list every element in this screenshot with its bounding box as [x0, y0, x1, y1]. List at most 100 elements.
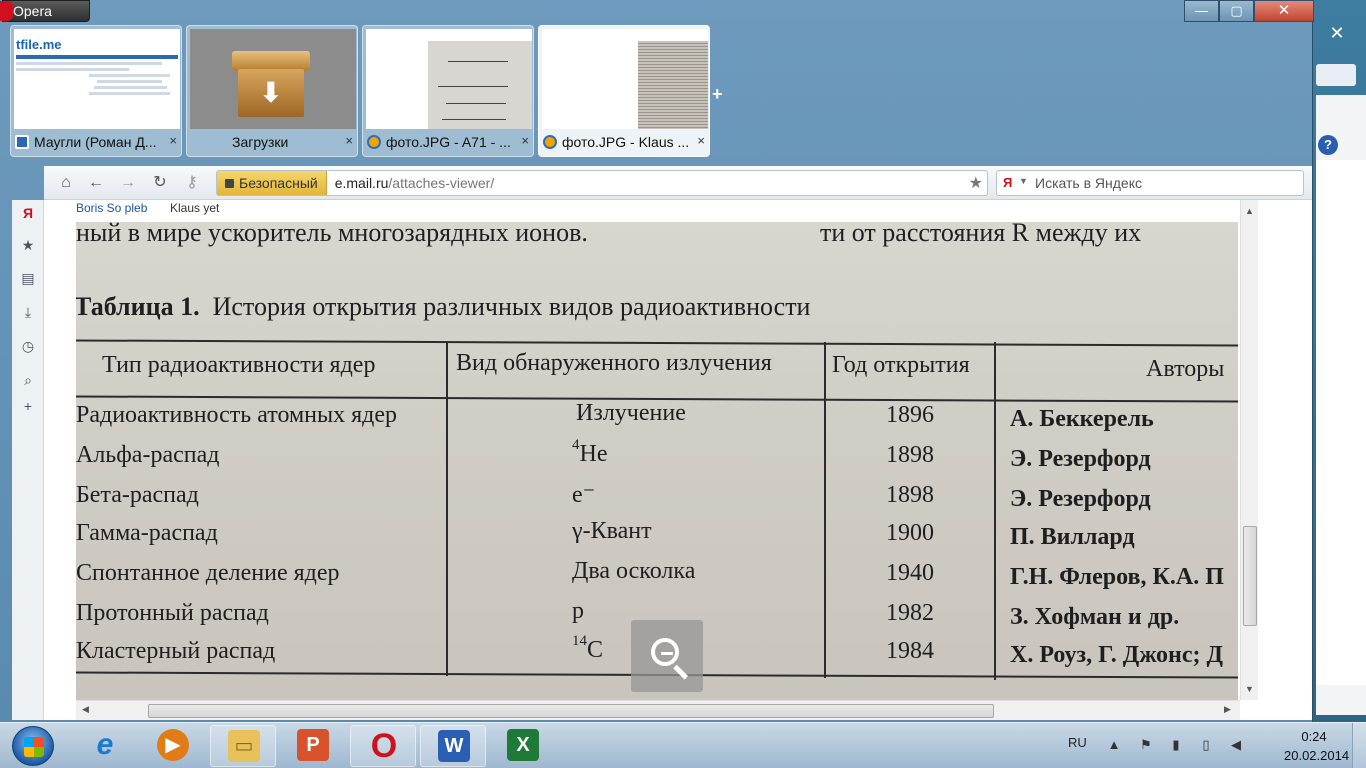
- opera-menu-button[interactable]: Opera: [0, 0, 90, 22]
- taskbar-word[interactable]: W: [420, 725, 486, 767]
- zoom-out-button[interactable]: [631, 620, 703, 692]
- home-icon[interactable]: ⌂: [56, 173, 76, 193]
- taskbar-ie[interactable]: e: [72, 725, 138, 767]
- tab-downloads[interactable]: ⬇ Загрузки ×: [186, 25, 358, 157]
- usb-device-icon[interactable]: ▯: [1198, 737, 1214, 753]
- forward-icon[interactable]: →: [118, 173, 138, 193]
- address-bar[interactable]: Безопасный e.mail.ru/attaches-viewer/ ★: [216, 170, 988, 196]
- scroll-down-icon[interactable]: ▼: [1245, 684, 1254, 694]
- tab-tfile[interactable]: tfile.me Маугли (Роман Д... ×: [10, 25, 182, 157]
- yandex-panel-icon[interactable]: Я: [20, 205, 36, 221]
- cell-type: Кластерный распад: [76, 638, 276, 664]
- download-box-icon: ⬇: [232, 51, 310, 117]
- word-icon: W: [438, 730, 470, 762]
- taskbar-media-player[interactable]: ▶: [140, 725, 206, 767]
- reload-icon[interactable]: ↻: [150, 173, 170, 193]
- table-column-rule: [824, 342, 826, 678]
- cell-authors: Г.Н. Флеров, К.А. П: [1010, 564, 1224, 590]
- cell-year: 1896: [886, 402, 934, 428]
- language-indicator[interactable]: RU: [1068, 735, 1087, 750]
- excel-icon: X: [507, 729, 539, 761]
- tab-close-icon[interactable]: ×: [521, 133, 529, 148]
- thumbnail-site-logo: tfile.me: [16, 37, 62, 52]
- sender-link[interactable]: Boris So pleb: [76, 201, 147, 215]
- cell-type: Гамма-распад: [76, 520, 218, 546]
- cell-radiation: 4He: [572, 437, 608, 467]
- media-player-icon: ▶: [157, 729, 189, 761]
- navigation-toolbar: ⌂ ← → ↻ ⚷ Безопасный e.mail.ru/attaches-…: [44, 166, 1312, 200]
- table-column-rule: [446, 342, 448, 676]
- attachment-viewer: Boris So pleb Klaus yet × ный в мире уск…: [44, 200, 1312, 720]
- network-signal-icon[interactable]: ▮: [1168, 737, 1184, 753]
- lock-icon: [225, 179, 234, 188]
- close-window-button[interactable]: ✕: [1254, 0, 1314, 22]
- add-panel-icon[interactable]: +: [20, 398, 36, 414]
- table-caption: Таблица 1. История открытия различных ви…: [76, 292, 811, 321]
- background-window-help-icon[interactable]: ?: [1318, 135, 1338, 155]
- opera-logo-icon: [0, 1, 13, 21]
- column-header-radiation: Вид обнаруженного излучения: [456, 350, 772, 376]
- search-icon[interactable]: ⌕: [20, 372, 36, 388]
- tab-close-icon[interactable]: ×: [345, 133, 353, 148]
- search-placeholder: Искать в Яндекс: [1035, 175, 1142, 191]
- tab-photo-klaus[interactable]: фото.JPG - Klaus ... ×: [538, 25, 710, 157]
- start-button[interactable]: [12, 726, 54, 766]
- tab-close-icon[interactable]: ×: [169, 133, 177, 148]
- cell-radiation: e⁻: [572, 482, 596, 508]
- minimize-button[interactable]: —: [1184, 0, 1219, 22]
- notes-icon[interactable]: ▤: [20, 270, 36, 286]
- new-tab-button[interactable]: +: [712, 84, 723, 105]
- cell-authors: П. Виллард: [1010, 524, 1135, 550]
- search-box[interactable]: Я ▼ Искать в Яндекс: [996, 170, 1304, 196]
- volume-icon[interactable]: ◀: [1228, 737, 1244, 753]
- tab-bar: tfile.me Маугли (Роман Д... × ⬇ Загрузки…: [10, 25, 710, 157]
- taskbar-excel[interactable]: X: [490, 725, 556, 767]
- scroll-up-icon[interactable]: ▲: [1245, 206, 1254, 216]
- show-desktop-button[interactable]: [1352, 723, 1366, 768]
- cell-radiation: 14C: [572, 633, 604, 663]
- url-text[interactable]: e.mail.ru/attaches-viewer/: [327, 175, 495, 191]
- photo-top-text-right: ти от расстояния R между их: [820, 222, 1142, 247]
- vertical-scroll-thumb[interactable]: [1243, 526, 1257, 626]
- downloads-icon[interactable]: ⤓: [20, 304, 36, 320]
- column-header-year: Год открытия: [832, 352, 970, 378]
- window-controls: — ▢ ✕: [1184, 0, 1314, 22]
- cell-authors: Э. Резерфорд: [1010, 446, 1151, 472]
- bookmarks-star-icon[interactable]: ★: [20, 237, 36, 253]
- security-badge[interactable]: Безопасный: [217, 171, 327, 195]
- chevron-down-icon[interactable]: ▼: [1019, 176, 1028, 186]
- system-clock[interactable]: 0:24 20.02.2014: [1284, 727, 1350, 765]
- clock-time: 0:24: [1301, 729, 1327, 744]
- horizontal-scrollbar[interactable]: ◀ ▶: [76, 700, 1240, 720]
- cell-radiation: Излучение: [576, 400, 686, 426]
- horizontal-scroll-thumb[interactable]: [148, 704, 994, 718]
- cell-year: 1900: [886, 520, 934, 546]
- folder-icon: ▭: [228, 730, 260, 762]
- cell-radiation: γ-Квант: [572, 518, 652, 544]
- back-icon[interactable]: ←: [86, 173, 106, 193]
- scroll-right-icon[interactable]: ▶: [1224, 704, 1231, 715]
- history-clock-icon[interactable]: ◷: [20, 338, 36, 354]
- taskbar-explorer[interactable]: ▭: [210, 725, 276, 767]
- maximize-button[interactable]: ▢: [1219, 0, 1254, 22]
- column-header-authors: Авторы: [1146, 356, 1225, 382]
- background-window-search-box[interactable]: [1316, 64, 1356, 86]
- tray-expand-icon[interactable]: ▲: [1106, 737, 1122, 753]
- key-icon[interactable]: ⚷: [182, 173, 202, 193]
- background-window-close-icon[interactable]: ✕: [1316, 21, 1358, 45]
- cell-type: Спонтанное деление ядер: [76, 560, 340, 586]
- taskbar-opera[interactable]: O: [350, 725, 416, 767]
- clock-date: 20.02.2014: [1284, 748, 1350, 763]
- tab-photo-a71[interactable]: фото.JPG - A71 - ... ×: [362, 25, 534, 157]
- opera-icon: O: [370, 727, 398, 765]
- vertical-scrollbar[interactable]: ▲ ▼: [1240, 200, 1258, 700]
- yandex-icon[interactable]: Я: [1003, 176, 1017, 190]
- table-column-rule: [994, 342, 996, 680]
- cell-year: 1982: [886, 600, 934, 626]
- action-center-flag-icon[interactable]: ⚑: [1138, 737, 1154, 753]
- security-label: Безопасный: [239, 175, 318, 191]
- tab-close-icon[interactable]: ×: [697, 133, 705, 148]
- scroll-left-icon[interactable]: ◀: [82, 704, 89, 715]
- taskbar-powerpoint[interactable]: P: [280, 725, 346, 767]
- bookmark-star-icon[interactable]: ★: [969, 173, 983, 193]
